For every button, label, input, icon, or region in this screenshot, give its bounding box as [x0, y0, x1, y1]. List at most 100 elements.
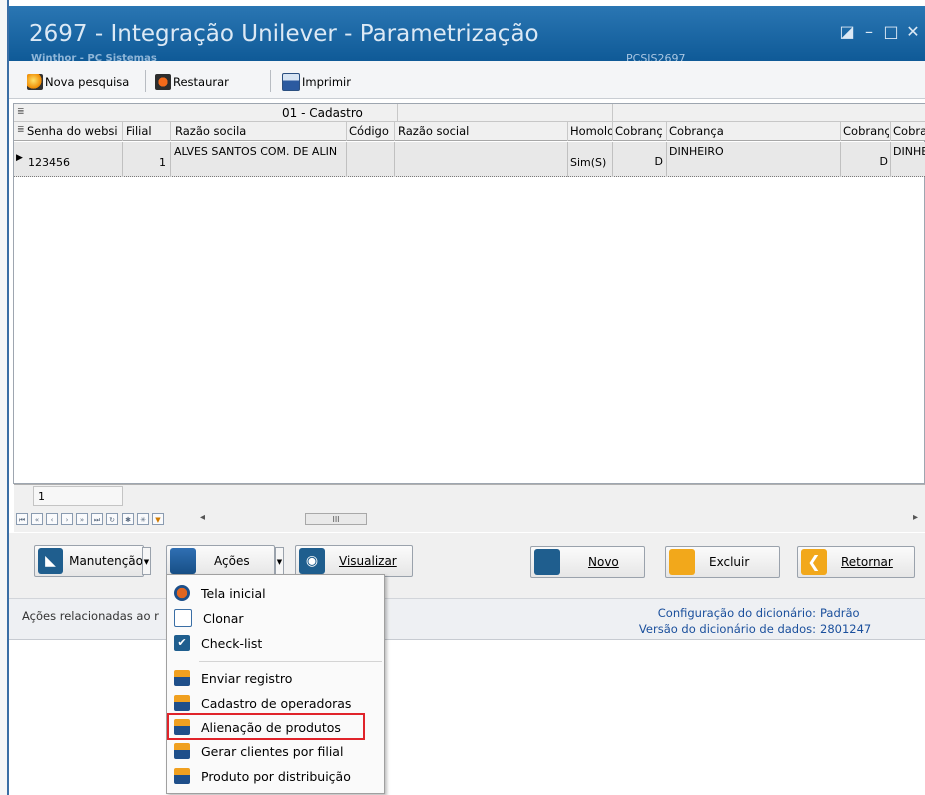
column-header[interactable]: Senha do websi [27, 124, 122, 138]
menu-item-enviar-registro[interactable]: Enviar registro [167, 666, 384, 690]
copy-icon [174, 609, 192, 627]
grid-navigator [14, 508, 925, 532]
actions-button[interactable]: Ações [166, 545, 275, 577]
new-search-label: Nova pesquisa [45, 75, 130, 89]
actions-dropdown-icon[interactable]: ▼ [275, 547, 284, 575]
scroll-right-icon[interactable]: ▸ [913, 512, 918, 523]
column-separator [170, 122, 171, 141]
last-record-icon[interactable]: ⏭ [91, 513, 103, 525]
column-header[interactable]: Cobrança [669, 124, 839, 138]
menu-item-gerar-clientes[interactable]: Gerar clientes por filial [167, 739, 384, 763]
new-record-icon [534, 549, 560, 575]
maximize-icon[interactable]: □ [883, 24, 899, 40]
folder-icon [174, 768, 190, 784]
first-record-icon[interactable]: ⏮ [16, 513, 28, 525]
table-cell[interactable]: 123456 [28, 156, 120, 169]
band-menu-icon[interactable]: ≣ [17, 107, 25, 117]
new-label: Novo [588, 555, 619, 569]
prev-record-icon[interactable]: ‹ [46, 513, 58, 525]
menu-item-produto-distribuicao[interactable]: Produto por distribuição [167, 764, 384, 788]
menu-item-label: Gerar clientes por filial [201, 743, 344, 759]
refresh-icon[interactable]: ↻ [106, 513, 118, 525]
cell-separator [394, 142, 395, 177]
view-button[interactable]: ◉ Visualizar [295, 545, 413, 577]
column-separator [567, 122, 568, 141]
cell-separator [346, 142, 347, 177]
menu-separator [199, 661, 382, 662]
restore-window-icon[interactable]: ◪ [839, 24, 855, 40]
column-header[interactable]: Cobranç [843, 124, 889, 138]
insert-record-icon[interactable]: ✱ [122, 513, 134, 525]
horizontal-scrollbar-thumb[interactable]: III [305, 513, 367, 525]
return-button[interactable]: ❮ Retornar [797, 546, 915, 578]
menu-item-label: Clonar [203, 610, 244, 626]
search-icon [27, 74, 43, 90]
prev-page-icon[interactable]: « [31, 513, 43, 525]
view-label: Visualizar [339, 554, 397, 568]
return-label: Retornar [841, 555, 893, 569]
actions-label: Ações [214, 554, 250, 568]
cell-separator [122, 142, 123, 177]
column-header[interactable]: Cobranç [615, 124, 665, 138]
title-bar: 2697 - Integração Unilever - Parametriza… [9, 6, 925, 65]
home-icon [174, 585, 190, 601]
maintenance-button[interactable]: ◣ Manutenção [34, 545, 144, 577]
table-cell[interactable]: ALVES SANTOS COM. DE ALIN [174, 145, 346, 158]
cell-separator [840, 142, 841, 177]
next-record-icon[interactable]: › [61, 513, 73, 525]
printer-icon [282, 73, 300, 91]
menu-item-check-list[interactable]: ✔ Check-list [167, 631, 384, 655]
restore-button[interactable]: Restaurar [155, 72, 229, 92]
column-separator [840, 122, 841, 141]
trash-icon [669, 549, 695, 575]
column-separator [122, 122, 123, 141]
menu-item-clonar[interactable]: Clonar [167, 606, 384, 630]
filter-icon[interactable]: ▼ [152, 513, 164, 525]
delete-button[interactable]: Excluir [665, 546, 780, 578]
cell-separator [612, 142, 613, 177]
column-separator [890, 122, 891, 141]
menu-item-label: Enviar registro [201, 670, 293, 686]
column-header[interactable]: Homolo [570, 124, 612, 138]
footer-count: 1 [38, 490, 45, 503]
row-indicator-icon: ▶ [16, 153, 23, 163]
column-header[interactable]: Razão socila [175, 124, 345, 138]
menu-item-tela-inicial[interactable]: Tela inicial [167, 581, 384, 605]
delete-record-icon[interactable]: ✳ [137, 513, 149, 525]
next-page-icon[interactable]: » [76, 513, 88, 525]
back-arrow-icon: ❮ [801, 549, 827, 575]
column-header[interactable]: Filial [126, 124, 166, 138]
menu-item-label: Tela inicial [201, 585, 266, 601]
column-header[interactable]: Cobra [893, 124, 925, 138]
menu-item-label: Cadastro de operadoras [201, 695, 352, 711]
table-cell[interactable]: DINHEIRO [669, 145, 837, 158]
folder-icon [174, 695, 190, 711]
band-label: 01 - Cadastro [282, 106, 363, 120]
folder-icon [174, 743, 190, 759]
maintenance-icon: ◣ [38, 548, 64, 574]
actions-menu: Tela inicial Clonar ✔ Check-list Enviar … [166, 574, 385, 794]
status-hint: Ações relacionadas ao r [22, 609, 159, 623]
footer-count-cell [33, 486, 123, 506]
print-button[interactable]: Imprimir [282, 72, 351, 92]
scroll-left-icon[interactable]: ◂ [200, 512, 205, 523]
close-icon[interactable]: ✕ [905, 24, 921, 40]
menu-item-cadastro-operadoras[interactable]: Cadastro de operadoras [167, 691, 384, 715]
minimize-icon[interactable]: – [861, 24, 877, 40]
column-menu-icon[interactable]: ≣ [17, 125, 25, 135]
table-cell[interactable]: 1 [126, 156, 166, 169]
delete-label: Excluir [709, 555, 750, 569]
band-separator [397, 104, 398, 122]
table-cell[interactable]: D [615, 155, 663, 168]
eye-icon: ◉ [299, 548, 325, 574]
restore-label: Restaurar [173, 75, 229, 89]
table-cell[interactable]: D [843, 155, 888, 168]
table-cell[interactable]: DINHE [893, 145, 925, 158]
column-header[interactable]: Código [349, 124, 393, 138]
grid-footer [14, 484, 925, 508]
new-button[interactable]: Novo [530, 546, 645, 578]
table-cell[interactable]: Sim(S) [570, 156, 612, 169]
maintenance-dropdown-icon[interactable]: ▼ [142, 547, 151, 575]
new-search-button[interactable]: Nova pesquisa [27, 72, 129, 92]
column-header[interactable]: Razão social [398, 124, 566, 138]
